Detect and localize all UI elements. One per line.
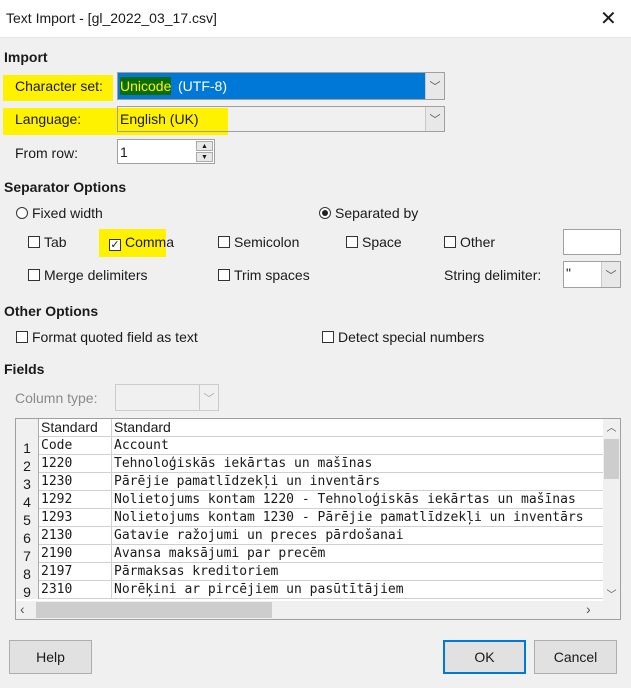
charset-select[interactable]: Unicode (UTF-8) ﹀ [117,72,445,100]
table-row[interactable]: 6 2130 Gatavie ražojumi un preces pārdošan… [16,527,603,546]
table-cell: Avansa maksājumi par precēm [114,546,326,561]
separator-heading: Separator Options [4,179,127,195]
ok-button[interactable]: OK [443,640,526,674]
help-button[interactable]: Help [9,640,92,674]
chevron-down-icon[interactable]: ﹀ [601,262,620,287]
other-input[interactable] [563,229,621,255]
from-row-spinner[interactable]: 1 ▲ ▼ [117,139,215,164]
table-cell: Account [114,438,169,453]
column-type-select[interactable]: ﹀ [115,384,219,411]
cancel-button[interactable]: Cancel [534,640,617,674]
table-row[interactable]: 7 2190 Avansa maksājumi par precēm [16,545,603,564]
table-row[interactable]: 3 1230 Pārējie pamatlīdzekļi un inventārs [16,473,603,492]
vertical-scrollbar[interactable]: ︿ ﹀ [603,419,620,601]
scroll-down-icon[interactable]: ﹀ [603,586,620,601]
column-header[interactable]: Standard [40,419,112,436]
table-header: Standard Standard [16,419,603,437]
merge-delimiters-checkbox[interactable]: Merge delimiters [28,267,147,283]
row-number: 9 [16,581,39,600]
table-row[interactable]: 4 1292 Nolietojums kontam 1220 - Tehnoloģi… [16,491,603,510]
row-number: 2 [16,455,39,474]
comma-checkbox[interactable]: ✓ Comma [109,234,174,251]
column-header[interactable]: Standard [113,419,603,436]
chevron-down-icon: ﹀ [199,385,218,410]
fixed-width-radio[interactable]: Fixed width [16,205,103,221]
other-checkbox[interactable]: Other [444,234,495,250]
window-title: Text Import - [gl_2022_03_17.csv] [6,10,217,26]
scroll-left-icon[interactable]: ‹ [20,601,25,617]
table-cell: Gatavie ražojumi un preces pārdošanai [114,528,404,543]
table-cell: Norēķini ar pircējiem un pasūtītājiem [114,582,404,597]
space-checkbox[interactable]: Space [346,234,402,250]
table-cell: 1230 [40,473,112,490]
table-row[interactable]: 2 1220 Tehnoloģiskās iekārtas un mašīnas [16,455,603,474]
detect-special-checkbox[interactable]: Detect special numbers [322,329,484,345]
language-label: Language: [15,111,82,127]
language-select[interactable]: English (UK) ﹀ [117,106,445,132]
string-delimiter-select[interactable]: " ﹀ [563,261,621,288]
table-cell: 1220 [40,455,112,472]
table-cell: 1292 [40,491,112,508]
row-number: 5 [16,509,39,528]
table-cell: Nolietojums kontam 1230 - Pārējie pamatl… [114,510,584,525]
table-cell: 2310 [40,581,112,598]
table-cell: Pārmaksas kreditoriem [114,564,279,579]
import-heading: Import [4,49,48,65]
chevron-down-icon[interactable]: ﹀ [425,107,444,131]
table-cell: Tehnoloģiskās iekārtas un mašīnas [114,456,373,471]
table-row[interactable]: 9 2310 Norēķini ar pircējiem un pasūtītāji… [16,581,603,600]
separated-by-radio[interactable]: Separated by [319,205,418,221]
preview-table[interactable]: Standard Standard 1 Code Account 2 1220 Tehno… [15,418,621,620]
row-number: 3 [16,473,39,492]
scroll-thumb[interactable] [604,439,619,479]
scroll-right-icon[interactable]: › [586,601,591,617]
row-number: 7 [16,545,39,564]
semicolon-checkbox[interactable]: Semicolon [218,234,299,250]
scroll-up-icon[interactable]: ︿ [603,419,620,434]
table-cell: 1293 [40,509,112,526]
scroll-thumb[interactable] [36,602,272,618]
table-cell: 2130 [40,527,112,544]
table-cell: 2190 [40,545,112,562]
spin-up-icon[interactable]: ▲ [196,141,213,151]
other-options-heading: Other Options [4,303,99,319]
table-row[interactable]: 8 2197 Pārmaksas kreditoriem [16,563,603,582]
table-cell: Pārējie pamatlīdzekļi un inventārs [114,474,381,489]
format-quoted-checkbox[interactable]: Format quoted field as text [16,329,198,345]
table-row[interactable]: 1 Code Account [16,437,603,456]
fields-heading: Fields [4,361,45,377]
close-icon[interactable]: ✕ [600,6,617,31]
chevron-down-icon[interactable]: ﹀ [425,73,444,99]
horizontal-scrollbar[interactable]: ‹ › [16,601,620,619]
row-number: 1 [16,437,39,456]
table-cell: 2197 [40,563,112,580]
charset-label: Character set: [15,78,103,94]
column-type-label: Column type: [15,390,98,406]
spin-down-icon[interactable]: ▼ [196,152,213,162]
from-row-label: From row: [15,145,78,161]
string-delimiter-label: String delimiter: [444,267,542,283]
table-cell: Code [40,437,112,454]
row-number: 6 [16,527,39,546]
row-number: 4 [16,491,39,510]
tab-checkbox[interactable]: Tab [28,234,67,250]
trim-spaces-checkbox[interactable]: Trim spaces [218,267,310,283]
table-row[interactable]: 5 1293 Nolietojums kontam 1230 - Pārējie p… [16,509,603,528]
row-number: 8 [16,563,39,582]
table-cell: Nolietojums kontam 1220 - Tehnoloģiskās … [114,492,576,507]
